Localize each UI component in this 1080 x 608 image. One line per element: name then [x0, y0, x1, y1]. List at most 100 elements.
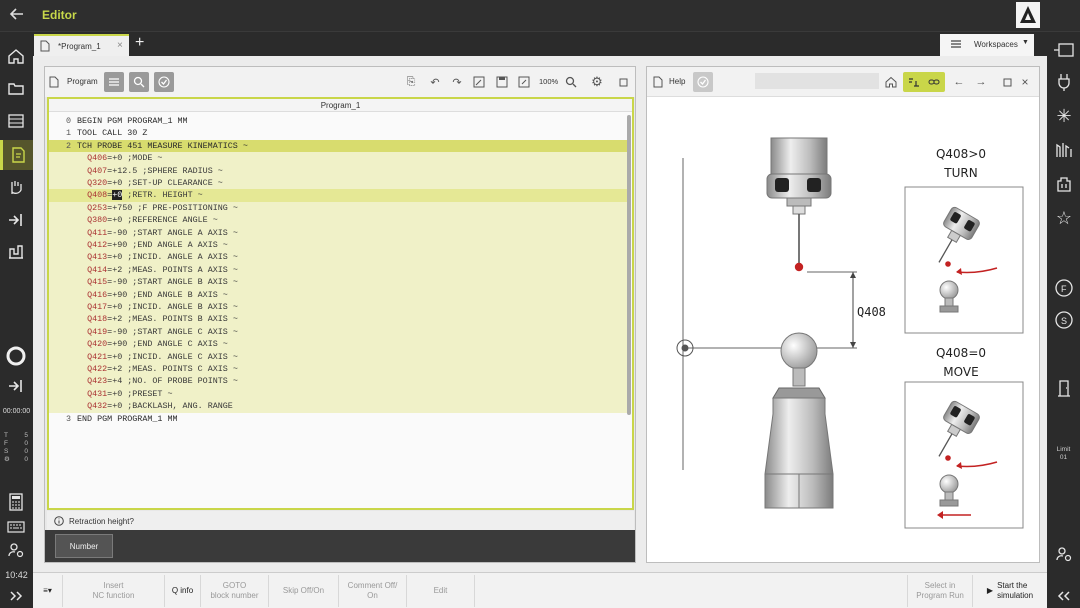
program-line[interactable]: Q380=+0 ;REFERENCE ANGLE ~	[49, 214, 627, 227]
plug-icon[interactable]	[1052, 70, 1076, 94]
program-panel: Program ⎘ ↶ ↷ 100% ⚙ Program_1 0 BEGIN PG…	[44, 66, 636, 563]
workspaces-dropdown[interactable]: Workspaces ▼	[940, 34, 1034, 56]
door-icon[interactable]	[1052, 376, 1076, 400]
home-icon[interactable]	[4, 44, 28, 68]
expand-right-icon[interactable]	[4, 584, 28, 608]
program-line[interactable]: Q411=-90 ;START ANGLE A AXIS ~	[49, 226, 627, 239]
q-info-softkey[interactable]: Q info	[165, 575, 201, 607]
program-line[interactable]: Q417=+0 ;INCID. ANGLE B AXIS ~	[49, 301, 627, 314]
structure-list-button[interactable]	[104, 72, 124, 92]
machine-icon[interactable]	[4, 240, 28, 264]
help-panel: Help ← → × Q408 Q408>0 TURN Q408=0 MOVE	[646, 66, 1040, 563]
save-icon[interactable]	[494, 74, 510, 90]
skip-off-on-softkey[interactable]: Skip Off/On	[269, 575, 339, 607]
maximize-icon[interactable]	[615, 74, 631, 90]
single-block-icon[interactable]	[4, 374, 28, 398]
user-login-icon[interactable]	[1052, 542, 1076, 566]
favorites-star-icon[interactable]: ☆	[1052, 206, 1076, 230]
edit-doc-icon[interactable]	[471, 74, 487, 90]
program-line[interactable]: Q421=+0 ;INCID. ANGLE C AXIS ~	[49, 350, 627, 363]
cycle-circle-icon[interactable]	[4, 344, 28, 368]
help-toolbar: Help ← → ×	[647, 67, 1039, 97]
program-run-icon[interactable]	[4, 208, 28, 232]
insert-nc-function-softkey[interactable]: Insert NC function	[63, 575, 165, 607]
q-parameter: Q431	[87, 388, 108, 399]
program-line[interactable]: Q418=+2 ;MEAS. POINTS B AXIS ~	[49, 313, 627, 326]
number-button[interactable]: Number	[55, 534, 113, 558]
save-as-icon[interactable]	[516, 74, 532, 90]
coolant-snowflake-icon[interactable]: ✳	[1052, 104, 1076, 128]
program-line[interactable]: Q320=+0 ;SET-UP CLEARANCE ~	[49, 177, 627, 190]
program-line[interactable]: Q423=+4 ;NO. OF PROBE POINTS ~	[49, 375, 627, 388]
nav-forward-icon[interactable]: →	[973, 74, 989, 90]
add-tab-icon[interactable]: +	[135, 34, 144, 52]
nc-program-editor[interactable]: Program_1 0 BEGIN PGM PROGRAM_1 MM 1 TOOL C…	[47, 97, 634, 510]
manual-hand-icon[interactable]	[4, 175, 28, 199]
program-line[interactable]: Q431=+0 ;PRESET ~	[49, 387, 627, 401]
program-line[interactable]: Q253=+750 ;F PRE-POSITIONING ~	[49, 201, 627, 215]
program-line[interactable]: 1 TOOL CALL 30 Z	[49, 127, 627, 139]
folder-icon[interactable]	[4, 76, 28, 100]
expand-left-icon[interactable]	[1052, 584, 1076, 608]
nc-block-text: BEGIN PGM PROGRAM_1 MM	[77, 116, 188, 126]
calculator-icon[interactable]	[4, 490, 28, 514]
svg-text:S: S	[1061, 316, 1067, 326]
menu-icon	[950, 39, 962, 51]
program-line[interactable]: Q413=+0 ;INCID. ANGLE A AXIS ~	[49, 251, 627, 264]
select-in-program-run-softkey[interactable]: Select in Program Run	[907, 575, 973, 607]
tool-magazine-icon[interactable]	[1052, 172, 1076, 196]
start-simulation-softkey[interactable]: ▶ Start the simulation	[973, 575, 1047, 607]
program-line[interactable]: Q406=+0 ;MODE ~	[49, 152, 627, 165]
line-number: 3	[65, 413, 71, 424]
program-line[interactable]: Q432=+0 ;BACKLASH, ANG. RANGE	[49, 400, 627, 413]
program-line[interactable]: 2 TCH PROBE 451 MEASURE KINEMATICS ~	[49, 139, 627, 153]
feed-override-icon[interactable]: F	[1052, 276, 1076, 300]
settings-gear-icon[interactable]: ⚙	[589, 74, 605, 90]
tab-program-1[interactable]: *Program_1 ×	[34, 34, 129, 56]
maximize-icon[interactable]	[999, 74, 1015, 90]
editor-icon[interactable]	[0, 140, 33, 170]
close-tab-icon[interactable]: ×	[117, 40, 123, 51]
parameter-value: =+0 ;SET-UP CLEARANCE ~	[107, 178, 223, 188]
table-icon[interactable]	[4, 109, 28, 133]
goto-block-softkey[interactable]: GOTO block number	[201, 575, 269, 607]
softkey-menu-icon[interactable]: ≡▾	[33, 575, 63, 607]
move-condition: Q408=0	[936, 346, 986, 360]
parameter-value: =+0 ;INCID. ANGLE C AXIS ~	[107, 351, 238, 362]
comment-off-on-softkey[interactable]: Comment Off/ On	[339, 575, 407, 607]
back-arrow-icon[interactable]	[8, 5, 28, 25]
program-line[interactable]: Q415=-90 ;START ANGLE B AXIS ~	[49, 276, 627, 289]
program-line[interactable]: Q416=+90 ;END ANGLE B AXIS ~	[49, 288, 627, 301]
program-line[interactable]: 0 BEGIN PGM PROGRAM_1 MM	[49, 115, 627, 127]
program-line[interactable]: Q422=+2 ;MEAS. POINTS C AXIS ~	[49, 363, 627, 376]
spindle-icon[interactable]	[1052, 138, 1076, 162]
program-line[interactable]: Q420=+90 ;END ANGLE C AXIS ~	[49, 338, 627, 351]
nav-back-icon[interactable]: ←	[951, 74, 967, 90]
program-line[interactable]: Q408=+0 ;RETR. HEIGHT ~	[49, 189, 627, 202]
keyboard-icon[interactable]	[4, 515, 28, 539]
redo-icon[interactable]: ↷	[449, 74, 465, 90]
program-line[interactable]: Q419=-90 ;START ANGLE C AXIS ~	[49, 325, 627, 339]
compare-icon[interactable]: ⎘	[403, 74, 419, 90]
undo-icon[interactable]: ↶	[427, 74, 443, 90]
edit-cursor[interactable]: +0	[112, 190, 123, 201]
help-check-button[interactable]	[693, 72, 713, 92]
help-search-input[interactable]	[755, 73, 879, 89]
program-line[interactable]: Q414=+2 ;MEAS. POINTS A AXIS ~	[49, 263, 627, 277]
close-icon[interactable]: ×	[1017, 74, 1033, 90]
search-button[interactable]	[129, 72, 149, 92]
program-line[interactable]: 3 END PGM PROGRAM_1 MM	[49, 413, 627, 425]
parameter-value: =+0 ;PRESET ~	[107, 388, 173, 399]
zoom-icon[interactable]	[563, 74, 579, 90]
program-line[interactable]: Q407=+12.5 ;SPHERE RADIUS ~	[49, 164, 627, 177]
check-button[interactable]	[154, 72, 174, 92]
spindle-override-icon[interactable]: S	[1052, 308, 1076, 332]
editor-scrollbar[interactable]	[627, 115, 631, 415]
program-line[interactable]: Q412=+90 ;END ANGLE A AXIS ~	[49, 239, 627, 252]
help-view-toggle[interactable]	[903, 72, 945, 92]
user-settings-icon[interactable]	[4, 538, 28, 562]
help-home-icon[interactable]	[883, 74, 899, 90]
edit-softkey[interactable]: Edit	[407, 575, 475, 607]
feed-panel-icon[interactable]	[1052, 38, 1076, 62]
workspaces-label: Workspaces	[974, 40, 1018, 49]
